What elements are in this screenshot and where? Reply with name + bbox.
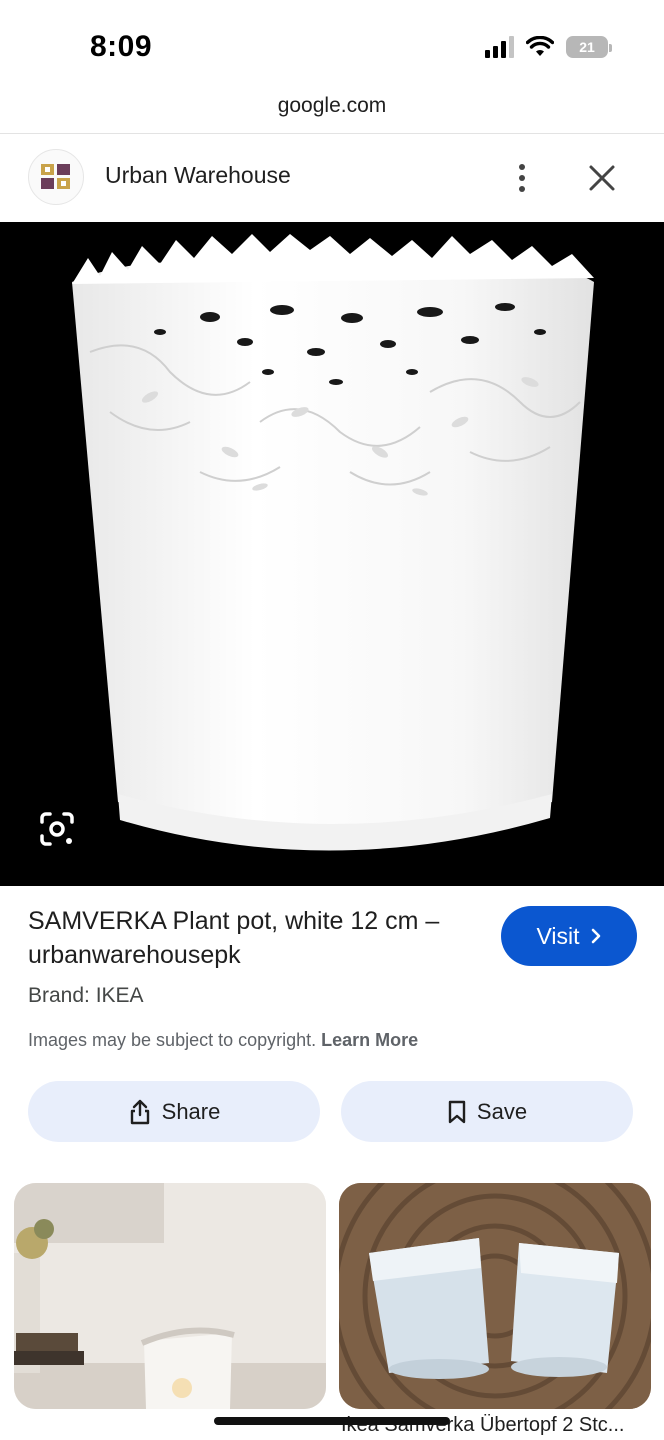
- status-icons: 21: [485, 36, 612, 58]
- bookmark-icon: [448, 1100, 466, 1123]
- product-brand: Brand: IKEA: [28, 984, 144, 1007]
- source-header: Urban Warehouse: [0, 134, 664, 222]
- urban-warehouse-logo-icon: [41, 164, 70, 189]
- share-button[interactable]: Share: [28, 1081, 320, 1142]
- share-icon: [130, 1099, 149, 1124]
- save-label: Save: [476, 1098, 528, 1124]
- close-icon[interactable]: [584, 160, 620, 196]
- related-image-samverka-pots[interactable]: [339, 1183, 651, 1409]
- copyright-notice: Images may be subject to copyright. Lear…: [28, 1030, 418, 1051]
- wifi-icon: [526, 36, 554, 56]
- status-bar: 8:09 21: [0, 0, 664, 90]
- more-vert-icon[interactable]: [505, 156, 539, 200]
- learn-more-link[interactable]: Learn More: [321, 1030, 418, 1050]
- battery-level: 21: [579, 39, 595, 55]
- share-label: Share: [161, 1098, 221, 1124]
- related-image-candle-holder[interactable]: [14, 1183, 326, 1409]
- product-title[interactable]: SAMVERKA Plant pot, white 12 cm – urbanw…: [28, 904, 478, 972]
- product-image[interactable]: [0, 222, 664, 886]
- plant-pot-illustration: [72, 234, 594, 851]
- site-name[interactable]: Urban Warehouse: [105, 162, 291, 189]
- url-bar[interactable]: google.com: [0, 94, 664, 132]
- status-time: 8:09: [90, 30, 153, 63]
- visit-button[interactable]: Visit: [501, 906, 637, 966]
- visit-label: Visit: [536, 922, 580, 949]
- candle-holder-photo: [14, 1183, 326, 1409]
- site-logo[interactable]: [28, 149, 84, 205]
- battery-icon: 21: [566, 36, 612, 58]
- copyright-text: Images may be subject to copyright.: [28, 1030, 317, 1050]
- home-indicator[interactable]: [214, 1417, 450, 1425]
- chevron-right-icon: [591, 928, 600, 944]
- cellular-signal-icon: [485, 36, 514, 58]
- google-lens-icon[interactable]: [38, 810, 76, 848]
- woven-mat-pots-photo: [339, 1183, 651, 1409]
- save-button[interactable]: Save: [341, 1081, 633, 1142]
